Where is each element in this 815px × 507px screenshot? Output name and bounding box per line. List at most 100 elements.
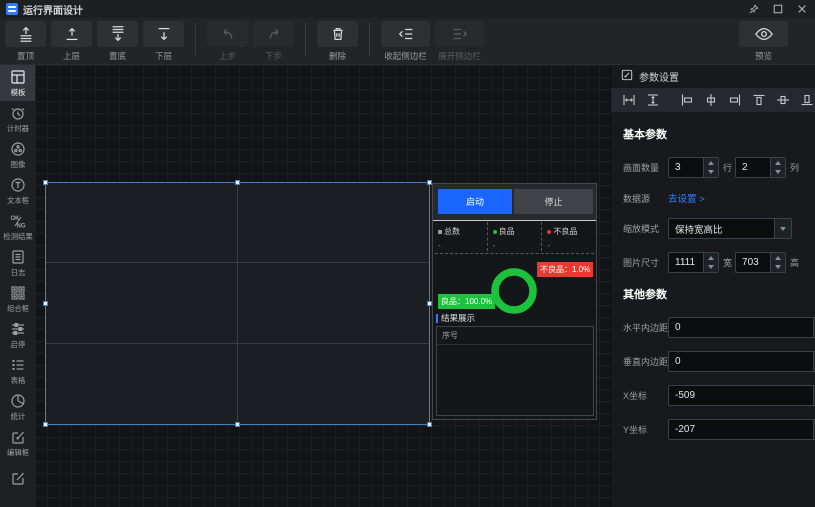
step-down-icon[interactable] bbox=[771, 168, 785, 178]
selected-grid-widget[interactable] bbox=[45, 182, 430, 425]
maximize-icon[interactable] bbox=[773, 4, 783, 14]
move-up-layer-button[interactable]: 上层 bbox=[51, 21, 92, 62]
cols-stepper[interactable] bbox=[735, 157, 786, 178]
step-up-icon[interactable] bbox=[771, 158, 785, 168]
step-down-icon[interactable] bbox=[771, 263, 785, 273]
grid-cell[interactable] bbox=[238, 263, 430, 343]
align-middle-vertical-icon[interactable] bbox=[776, 93, 790, 107]
step-up-icon[interactable] bbox=[771, 253, 785, 263]
step-down-icon[interactable] bbox=[704, 168, 718, 178]
undo-icon bbox=[207, 21, 248, 47]
stepper-buttons[interactable] bbox=[703, 253, 718, 272]
sidebar-item-statistics[interactable]: 统计 bbox=[0, 389, 35, 425]
step-up-icon[interactable] bbox=[704, 253, 718, 263]
design-canvas[interactable]: 启动 停止 总数 - 良品 - 不良品 - bbox=[35, 65, 610, 507]
step-down-icon[interactable] bbox=[704, 263, 718, 273]
stop-button[interactable]: 停止 bbox=[514, 189, 593, 214]
defect-marker bbox=[547, 230, 551, 234]
pin-icon[interactable] bbox=[749, 4, 759, 14]
image-width-stepper[interactable] bbox=[668, 252, 719, 273]
v-padding-input[interactable] bbox=[669, 352, 813, 371]
scale-mode-dropdown[interactable]: 保持宽高比 bbox=[668, 218, 792, 239]
chevron-down-icon[interactable] bbox=[774, 219, 791, 238]
start-button[interactable]: 启动 bbox=[438, 189, 512, 214]
properties-title: 参数设置 bbox=[639, 69, 679, 84]
y-coordinate-stepper[interactable] bbox=[668, 419, 815, 440]
template-icon bbox=[10, 69, 26, 85]
sliders-icon bbox=[10, 321, 26, 337]
resize-handle[interactable] bbox=[427, 180, 432, 185]
resize-handle[interactable] bbox=[43, 180, 48, 185]
bring-to-front-button[interactable]: 置顶 bbox=[5, 21, 46, 62]
align-center-horizontal-icon[interactable] bbox=[704, 93, 718, 107]
stat-good: 良品 - bbox=[487, 222, 542, 251]
image-height-stepper[interactable] bbox=[735, 252, 786, 273]
dashed-divider bbox=[435, 253, 594, 254]
sidebar-item-result[interactable]: OKNG 检测结果 bbox=[0, 209, 35, 245]
stretch-horizontal-icon[interactable] bbox=[622, 93, 636, 107]
grid-cell[interactable] bbox=[238, 344, 430, 424]
image-width-input[interactable] bbox=[669, 253, 703, 272]
sidebar-item-combobox[interactable]: 组合框 bbox=[0, 281, 35, 317]
h-padding-stepper[interactable] bbox=[668, 317, 815, 338]
expand-sidebar-button[interactable]: 展开侧边栏 bbox=[435, 21, 484, 62]
basic-section-title: 基本参数 bbox=[623, 126, 803, 142]
collapse-sidebar-button[interactable]: 收起侧边栏 bbox=[381, 21, 430, 62]
sidebar-item-timer[interactable]: 计时器 bbox=[0, 101, 35, 137]
resize-handle[interactable] bbox=[427, 422, 432, 427]
sidebar-item-extra[interactable] bbox=[0, 461, 35, 497]
grid-cell[interactable] bbox=[46, 183, 238, 263]
result-table: 序号 bbox=[436, 326, 594, 416]
resize-handle[interactable] bbox=[43, 422, 48, 427]
step-up-icon[interactable] bbox=[704, 158, 718, 168]
cols-input[interactable] bbox=[736, 158, 770, 177]
sidebar-item-start-stop[interactable]: 启停 bbox=[0, 317, 35, 353]
y-coordinate-input[interactable] bbox=[669, 420, 813, 439]
undo-button[interactable]: 上步 bbox=[207, 21, 248, 62]
resize-handle[interactable] bbox=[427, 301, 432, 306]
collapse-panel-icon bbox=[381, 21, 430, 47]
move-down-layer-button[interactable]: 下层 bbox=[143, 21, 184, 62]
titlebar: 运行界面设计 bbox=[0, 0, 815, 18]
send-to-back-icon bbox=[97, 21, 138, 47]
close-icon[interactable] bbox=[797, 4, 807, 14]
data-source-link[interactable]: 去设置 > bbox=[668, 191, 705, 205]
align-top-icon[interactable] bbox=[752, 93, 766, 107]
h-padding-input[interactable] bbox=[669, 318, 813, 337]
sidebar-item-image[interactable]: 图像 bbox=[0, 137, 35, 173]
run-preview-widget[interactable]: 启动 停止 总数 - 良品 - 不良品 - bbox=[432, 183, 597, 420]
resize-handle[interactable] bbox=[235, 180, 240, 185]
resize-handle[interactable] bbox=[43, 301, 48, 306]
stepper-buttons[interactable] bbox=[703, 158, 718, 177]
pie-chart-icon bbox=[10, 393, 26, 409]
y-coordinate-row: Y坐标 bbox=[623, 419, 803, 440]
v-padding-stepper[interactable] bbox=[668, 351, 815, 372]
stretch-vertical-icon[interactable] bbox=[646, 93, 660, 107]
sidebar-item-table[interactable]: 表格 bbox=[0, 353, 35, 389]
other-section-title: 其他参数 bbox=[623, 286, 803, 302]
scale-mode-row: 缩放模式 保持宽高比 bbox=[623, 218, 803, 239]
stepper-buttons[interactable] bbox=[770, 158, 785, 177]
rows-input[interactable] bbox=[669, 158, 703, 177]
sidebar-item-template[interactable]: 模板 bbox=[0, 65, 35, 101]
delete-button[interactable]: 删除 bbox=[317, 21, 358, 62]
sidebar-item-textbox[interactable]: 文本框 bbox=[0, 173, 35, 209]
textbox-icon bbox=[10, 177, 26, 193]
sidebar-item-editbox[interactable]: 编辑框 bbox=[0, 425, 35, 461]
image-height-input[interactable] bbox=[736, 253, 770, 272]
sidebar-item-log[interactable]: 日志 bbox=[0, 245, 35, 281]
align-bottom-icon[interactable] bbox=[800, 93, 814, 107]
grid-cell[interactable] bbox=[238, 183, 430, 263]
resize-handle[interactable] bbox=[235, 422, 240, 427]
align-right-icon[interactable] bbox=[728, 93, 742, 107]
x-coordinate-input[interactable] bbox=[669, 386, 813, 405]
redo-button[interactable]: 下步 bbox=[253, 21, 294, 62]
rows-stepper[interactable] bbox=[668, 157, 719, 178]
preview-button[interactable]: 预览 bbox=[739, 21, 788, 62]
send-to-back-button[interactable]: 置底 bbox=[97, 21, 138, 62]
grid-cell[interactable] bbox=[46, 344, 238, 424]
align-left-icon[interactable] bbox=[680, 93, 694, 107]
grid-cell[interactable] bbox=[46, 263, 238, 343]
stepper-buttons[interactable] bbox=[770, 253, 785, 272]
x-coordinate-stepper[interactable] bbox=[668, 385, 815, 406]
